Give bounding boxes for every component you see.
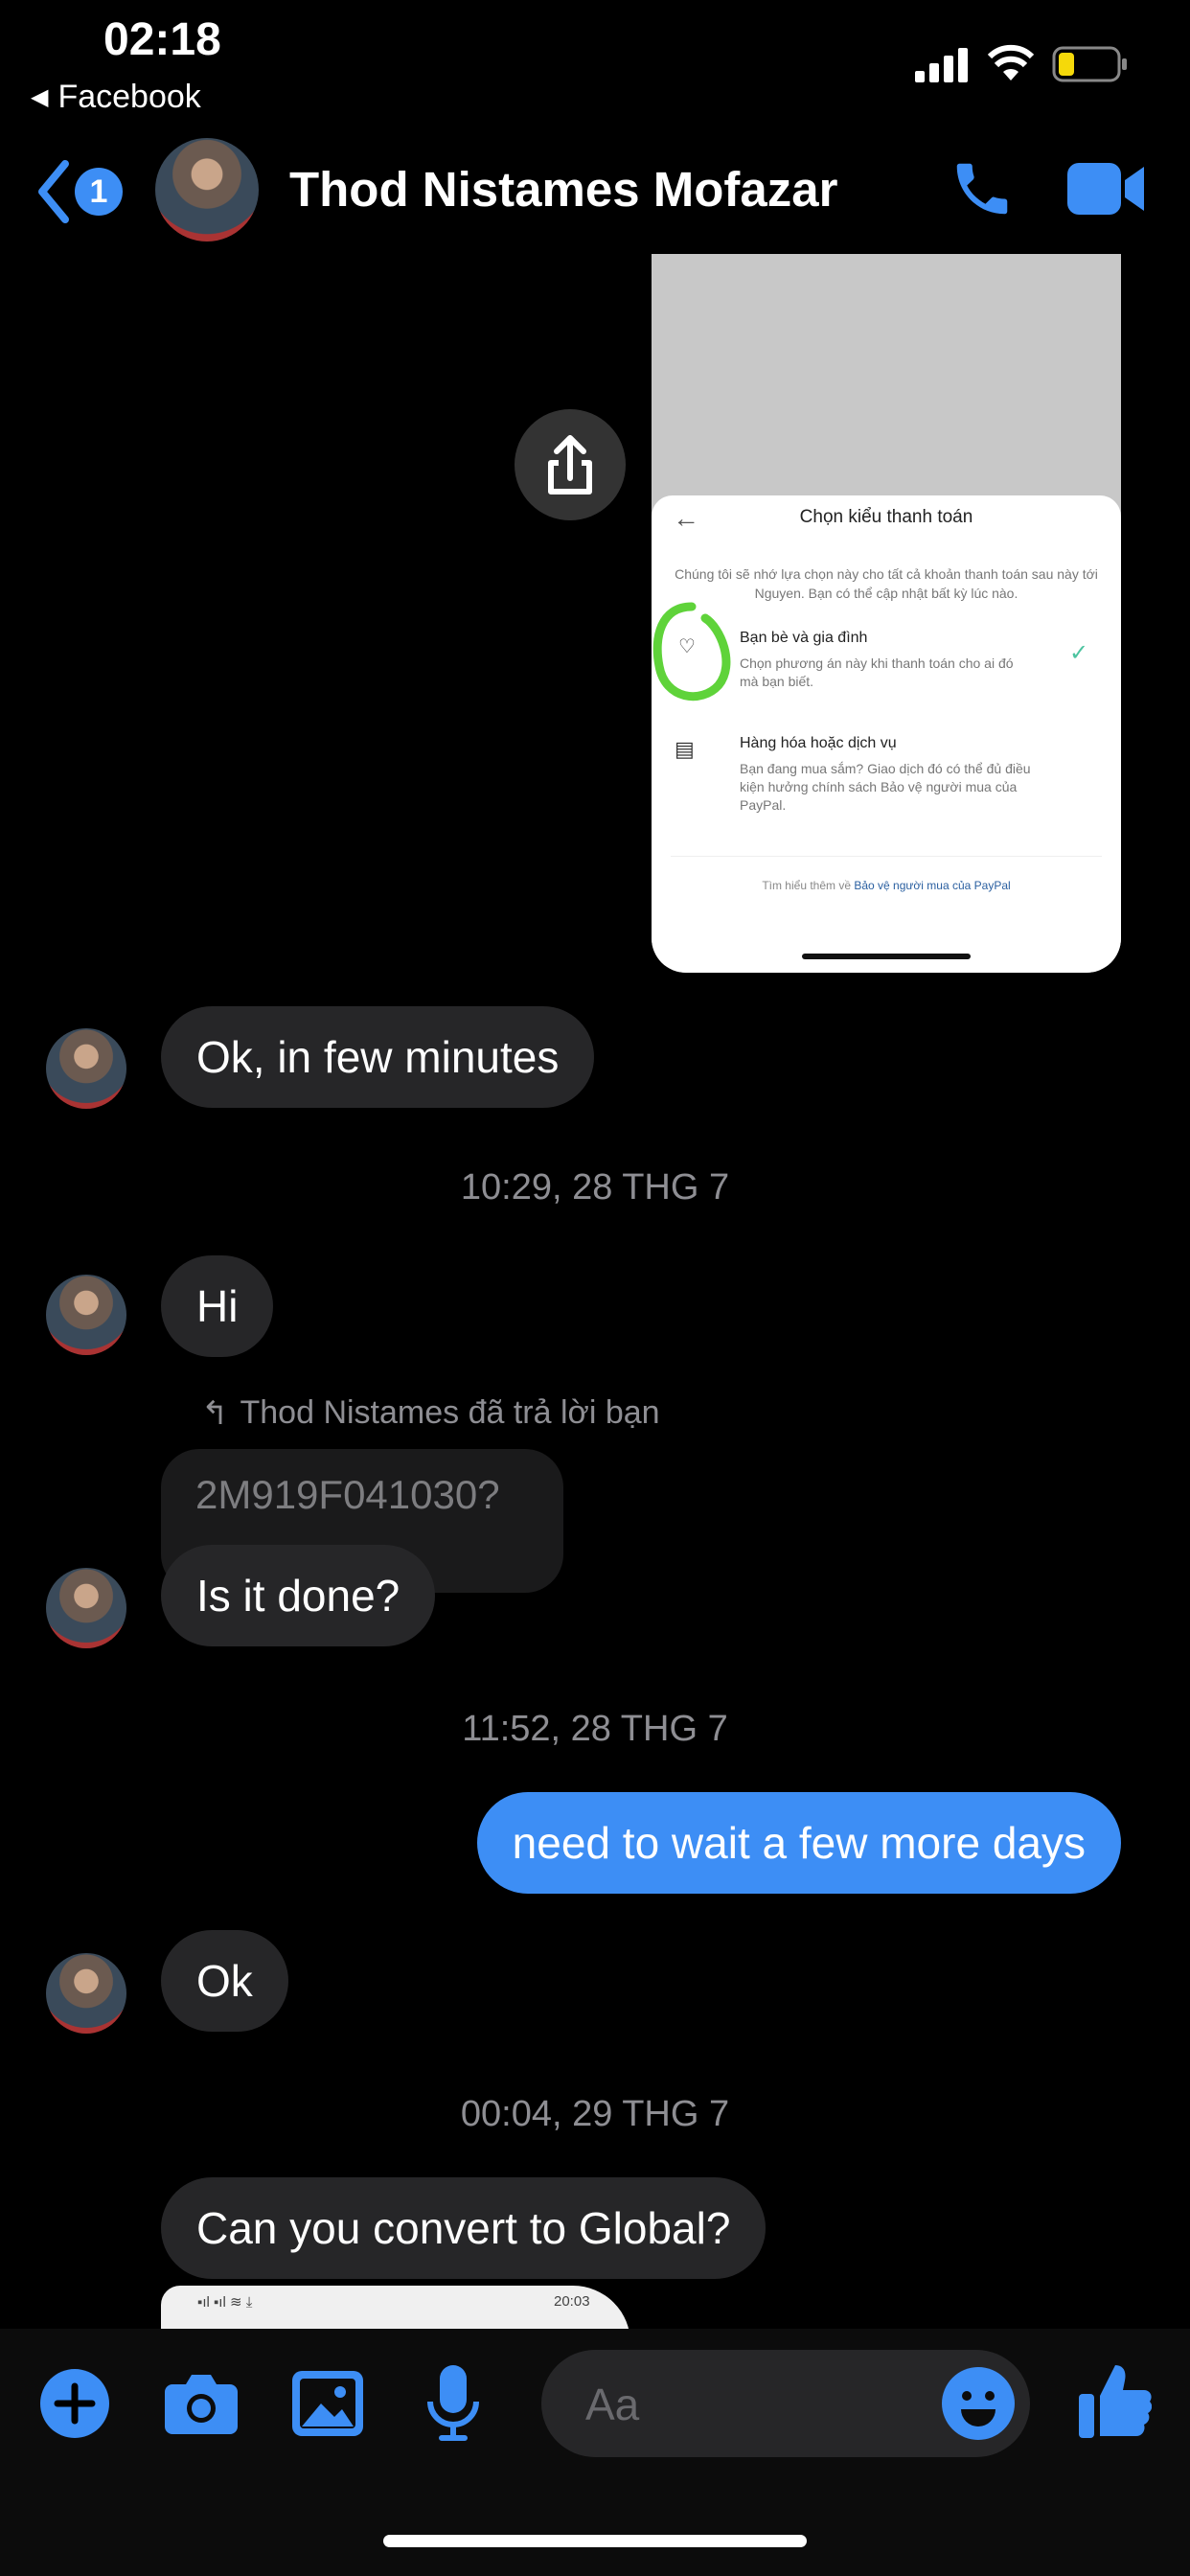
back-button[interactable]: 1 bbox=[34, 158, 126, 225]
thumbs-up-icon bbox=[1079, 2365, 1153, 2438]
signal-icon bbox=[915, 48, 969, 82]
option2-title: Hàng hóa hoặc dịch vụ bbox=[740, 735, 897, 751]
plus-button[interactable] bbox=[40, 2369, 109, 2438]
camera-button[interactable] bbox=[165, 2373, 238, 2434]
reply-label: Thod Nistames đã trả lời bạn bbox=[240, 1394, 660, 1431]
timestamp: 00:04, 29 THG 7 bbox=[460, 2094, 730, 2134]
emoji-icon[interactable] bbox=[942, 2367, 1015, 2440]
gallery-button[interactable] bbox=[292, 2371, 363, 2436]
camera-icon bbox=[165, 2375, 238, 2434]
share-icon bbox=[548, 435, 592, 494]
quoted-text: 2M919F041030? bbox=[195, 1472, 500, 1517]
message-bubble[interactable]: Ok, in few minutes bbox=[161, 1006, 595, 1108]
partial-image-time: 20:03 bbox=[554, 2293, 590, 2310]
footer-prefix: Tìm hiểu thêm về bbox=[762, 879, 855, 892]
message-bubble[interactable]: Is it done? bbox=[161, 1545, 436, 1646]
contact-avatar-small[interactable] bbox=[46, 1028, 126, 1109]
green-circle-mark bbox=[652, 602, 731, 702]
contact-avatar-small[interactable] bbox=[46, 1568, 126, 1648]
back-to-facebook[interactable]: ◀ Facebook bbox=[31, 79, 201, 116]
timestamp: 11:52, 28 THG 7 bbox=[462, 1709, 728, 1749]
message-input[interactable]: Aa bbox=[541, 2350, 1030, 2457]
message-bubble[interactable]: Can you convert to Global? bbox=[161, 2177, 767, 2279]
contact-name[interactable]: Thod Nistames Mofazar bbox=[289, 161, 837, 218]
reply-indicator: ↰ Thod Nistames đã trả lời bạn bbox=[201, 1394, 660, 1433]
option1-desc: Chọn phương án này khi thanh toán cho ai… bbox=[740, 656, 1014, 689]
home-indicator bbox=[383, 2535, 807, 2547]
microphone-icon bbox=[427, 2365, 479, 2441]
contact-avatar-small[interactable] bbox=[46, 1953, 126, 2034]
shared-screenshot[interactable]: ← Chọn kiểu thanh toán Chúng tôi sẽ nhớ … bbox=[652, 254, 1121, 973]
payment-intro: Chúng tôi sẽ nhớ lựa chọn này cho tất cả… bbox=[675, 566, 1098, 601]
microphone-button[interactable] bbox=[426, 2365, 480, 2442]
paypal-footer: Tìm hiểu thêm về Bảo vệ người mua của Pa… bbox=[652, 879, 1121, 892]
plus-icon bbox=[40, 2369, 109, 2438]
status-time: 02:18 bbox=[103, 14, 221, 65]
unread-badge: 1 bbox=[75, 168, 123, 216]
contact-avatar[interactable] bbox=[155, 138, 259, 242]
home-indicator-inner bbox=[802, 954, 971, 959]
option2-desc: Bạn đang mua sắm? Giao dịch đó có thể đủ… bbox=[740, 761, 1031, 813]
video-call-icon[interactable] bbox=[1067, 161, 1146, 217]
like-button[interactable] bbox=[1079, 2361, 1153, 2438]
battery-icon bbox=[1052, 46, 1129, 82]
share-button[interactable] bbox=[515, 409, 626, 520]
check-icon: ✓ bbox=[1069, 640, 1089, 666]
option1-title: Bạn bè và gia đình bbox=[740, 630, 868, 646]
payment-type-title: Chọn kiểu thanh toán bbox=[799, 507, 973, 527]
message-bubble[interactable]: Hi bbox=[161, 1255, 274, 1357]
android-status-icons: ▪ıl ▪ıl ≋ ⤓ bbox=[197, 2294, 253, 2311]
message-bubble[interactable]: Ok bbox=[161, 1930, 288, 2032]
phone-call-icon[interactable] bbox=[949, 155, 1016, 222]
store-icon: ▤ bbox=[675, 737, 695, 761]
footer-link: Bảo vệ người mua của PayPal bbox=[854, 879, 1011, 892]
contact-avatar-small[interactable] bbox=[46, 1275, 126, 1355]
divider bbox=[671, 856, 1102, 857]
back-app-label: Facebook bbox=[57, 79, 201, 115]
back-triangle-icon: ◀ bbox=[31, 84, 49, 110]
reply-arrow-icon: ↰ bbox=[201, 1395, 229, 1432]
timestamp: 10:29, 28 THG 7 bbox=[460, 1167, 730, 1208]
wifi-icon bbox=[987, 44, 1035, 82]
message-input-placeholder: Aa bbox=[585, 2380, 640, 2429]
image-icon bbox=[292, 2371, 363, 2436]
message-bubble-sent[interactable]: need to wait a few more days bbox=[476, 1792, 1121, 1894]
